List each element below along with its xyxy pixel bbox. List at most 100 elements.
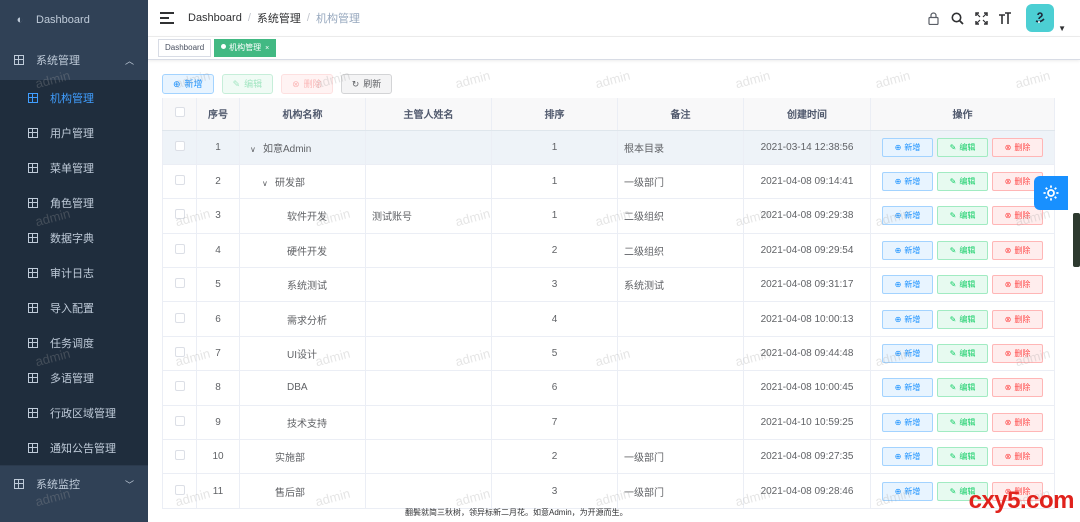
row-add-button[interactable]: ⊕ 新增 [882, 412, 933, 432]
table-row[interactable]: 6 需求分析 4 2021-04-08 10:00:13 ⊕ 新增 ✎ 编辑 ⊗ 删除 [162, 301, 1055, 337]
sidebar-item-7[interactable]: 任务调度 [0, 325, 148, 360]
table-row[interactable]: 11 售后部 3 一级部门 2021-04-08 09:28:46 ⊕ 新增 ✎ 编辑 ⊗ 删除 [162, 473, 1055, 509]
row-checkbox[interactable] [174, 209, 185, 220]
font-size-icon[interactable] [998, 11, 1012, 25]
row-add-button[interactable]: ⊕ 新增 [882, 378, 933, 398]
sidebar-item-8[interactable]: 多语管理 [0, 360, 148, 395]
add-button[interactable]: ⊕ 新增 [162, 74, 214, 94]
avatar[interactable] [1026, 4, 1054, 32]
row-add-button[interactable]: ⊕ 新增 [882, 344, 933, 364]
row-edit-button[interactable]: ✎ 编辑 [937, 378, 988, 398]
row-checkbox[interactable] [174, 450, 185, 461]
row-add-button[interactable]: ⊕ 新增 [882, 172, 933, 192]
row-edit-button[interactable]: ✎ 编辑 [937, 412, 988, 432]
breadcrumb-item[interactable]: 系统管理 [257, 10, 301, 26]
row-checkbox[interactable] [174, 175, 185, 186]
table-row[interactable]: 2 ∨ 研发部 1 一级部门 2021-04-08 09:14:41 ⊕ 新增 ✎ 编辑 ⊗ 删除 [162, 164, 1055, 200]
tag-org-management[interactable]: 机构管理 × [214, 39, 277, 57]
row-delete-button[interactable]: ⊗ 删除 [992, 309, 1043, 329]
gear-icon [1043, 185, 1059, 201]
cell-no: 7 [196, 336, 240, 372]
cell-remark [617, 370, 744, 406]
row-delete-button[interactable]: ⊗ 删除 [992, 344, 1043, 364]
row-edit-button[interactable]: ✎ 编辑 [937, 344, 988, 364]
row-edit-button[interactable]: ✎ 编辑 [937, 172, 988, 192]
chevron-down-icon[interactable]: ∨ [262, 179, 272, 188]
table-row[interactable]: 8 DBA 6 2021-04-08 10:00:45 ⊕ 新增 ✎ 编辑 ⊗ 删除 [162, 370, 1055, 406]
row-checkbox[interactable] [174, 243, 185, 254]
delete-button[interactable]: ⊗ 删除 [281, 74, 333, 94]
hamburger-icon[interactable] [160, 12, 174, 24]
table-icon [28, 442, 38, 453]
row-add-button[interactable]: ⊕ 新增 [882, 275, 933, 295]
row-add-button[interactable]: ⊕ 新增 [882, 447, 933, 467]
row-checkbox[interactable] [174, 484, 185, 495]
sidebar-item-6[interactable]: 导入配置 [0, 290, 148, 325]
row-add-button[interactable]: ⊕ 新增 [882, 309, 933, 329]
sidebar-item-4[interactable]: 数据字典 [0, 220, 148, 255]
sidebar-item-label: 机构管理 [50, 92, 94, 105]
refresh-button[interactable]: ↻ 刷新 [340, 74, 393, 94]
row-checkbox[interactable] [174, 415, 185, 426]
row-add-button[interactable]: ⊕ 新增 [882, 240, 933, 260]
close-icon[interactable]: × [265, 45, 269, 52]
fullscreen-icon[interactable] [974, 11, 988, 25]
row-add-button[interactable]: ⊕ 新增 [882, 481, 933, 501]
chevron-down-icon[interactable]: ∨ [250, 145, 260, 154]
side-scroll-handle[interactable] [1073, 213, 1080, 267]
row-edit-button[interactable]: ✎ 编辑 [937, 240, 988, 260]
cell-name: 硬件开发 [239, 233, 366, 269]
edit-icon: ✎ [949, 383, 957, 393]
row-checkbox[interactable] [174, 312, 185, 323]
row-edit-button[interactable]: ✎ 编辑 [937, 206, 988, 226]
caret-down-icon[interactable]: ▼ [1058, 24, 1066, 33]
row-delete-button[interactable]: ⊗ 删除 [992, 137, 1043, 157]
cell-remark: 二级组织 [617, 198, 744, 234]
table-row[interactable]: 10 实施部 2 一级部门 2021-04-08 09:27:35 ⊕ 新增 ✎ 编辑 ⊗ 删除 [162, 439, 1055, 475]
tag-dashboard[interactable]: Dashboard [158, 39, 212, 57]
row-delete-button[interactable]: ⊗ 删除 [992, 447, 1043, 467]
table-row[interactable]: 7 UI设计 5 2021-04-08 09:44:48 ⊕ 新增 ✎ 编辑 ⊗ 删除 [162, 336, 1055, 372]
row-checkbox[interactable] [174, 347, 185, 358]
sidebar-item-2[interactable]: 菜单管理 [0, 150, 148, 185]
table-row[interactable]: 4 硬件开发 2 二级组织 2021-04-08 09:29:54 ⊕ 新增 ✎ 编辑 ⊗ 删除 [162, 233, 1055, 269]
cell-created: 2021-04-10 10:59:25 [743, 405, 871, 441]
edit-button[interactable]: ✎ 编辑 [221, 74, 274, 94]
settings-gear-button[interactable] [1034, 176, 1068, 210]
row-add-button[interactable]: ⊕ 新增 [882, 137, 933, 157]
table-row[interactable]: 9 技术支持 7 2021-04-10 10:59:25 ⊕ 新增 ✎ 编辑 ⊗ 删除 [162, 405, 1055, 441]
sidebar-group-system[interactable]: 系统管理 ︿ [0, 40, 148, 80]
breadcrumb-item[interactable]: Dashboard [188, 12, 242, 24]
row-checkbox[interactable] [174, 381, 185, 392]
cell-name: 系统测试 [239, 267, 366, 303]
row-delete-button[interactable]: ⊗ 删除 [992, 275, 1043, 295]
sidebar-item-9[interactable]: 行政区域管理 [0, 395, 148, 430]
sidebar-item-dashboard[interactable]: ◐ Dashboard [0, 0, 148, 40]
select-all-header[interactable] [162, 98, 197, 131]
row-edit-button[interactable]: ✎ 编辑 [937, 447, 988, 467]
sidebar-item-3[interactable]: 角色管理 [0, 185, 148, 220]
search-icon[interactable] [950, 11, 964, 25]
table-row[interactable]: 3 软件开发 测试账号 1 二级组织 2021-04-08 09:29:38 ⊕ 新增 ✎ 编辑 ⊗… [162, 198, 1055, 234]
row-edit-button[interactable]: ✎ 编辑 [937, 137, 988, 157]
sidebar-item-10[interactable]: 通知公告管理 [0, 430, 148, 465]
table-icon [28, 337, 38, 348]
select-all-checkbox[interactable] [174, 107, 185, 118]
delete-circle-icon: ⊗ [1004, 417, 1012, 427]
sidebar-group-monitor[interactable]: 系统监控 ﹀ [0, 465, 148, 501]
row-edit-button[interactable]: ✎ 编辑 [937, 275, 988, 295]
row-delete-button[interactable]: ⊗ 删除 [992, 240, 1043, 260]
table-row[interactable]: 1 ∨ 如意Admin 1 根本目录 2021-03-14 12:38:56 ⊕ 新增 ✎ 编辑 ⊗… [162, 130, 1055, 165]
sidebar-item-0[interactable]: 机构管理 [0, 80, 148, 115]
row-delete-button[interactable]: ⊗ 删除 [992, 412, 1043, 432]
sidebar-item-5[interactable]: 审计日志 [0, 255, 148, 290]
row-edit-button[interactable]: ✎ 编辑 [937, 309, 988, 329]
row-delete-button[interactable]: ⊗ 删除 [992, 378, 1043, 398]
lock-icon[interactable] [926, 11, 940, 25]
row-delete-button[interactable]: ⊗ 删除 [992, 206, 1043, 226]
row-checkbox[interactable] [174, 140, 185, 151]
row-add-button[interactable]: ⊕ 新增 [882, 206, 933, 226]
sidebar-item-1[interactable]: 用户管理 [0, 115, 148, 150]
row-checkbox[interactable] [174, 278, 185, 289]
table-row[interactable]: 5 系统测试 3 系统测试 2021-04-08 09:31:17 ⊕ 新增 ✎ 编辑 ⊗ 删除 [162, 267, 1055, 303]
